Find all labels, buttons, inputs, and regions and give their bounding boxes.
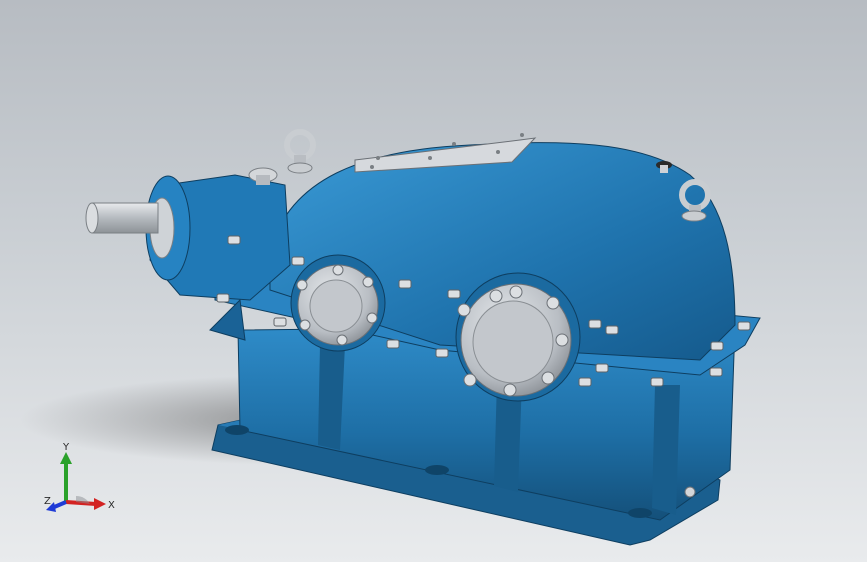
input-shaft-end [85,202,99,234]
z-axis-label: Z [44,496,51,507]
coordinate-triad: Y X Z [44,442,115,512]
lifting-eye-left[interactable] [284,129,316,174]
gear-reducer-model[interactable] [0,0,867,562]
x-axis-label: X [108,500,115,511]
y-arrow-icon [60,452,72,464]
housing-rib [652,385,680,515]
y-axis-label: Y [62,442,70,453]
x-arrow-icon [94,498,106,510]
input-shaft[interactable] [91,202,159,234]
adapter-bracket [209,298,246,341]
cad-viewport[interactable]: Y X Z [0,0,867,562]
drain-plug[interactable] [684,486,696,498]
